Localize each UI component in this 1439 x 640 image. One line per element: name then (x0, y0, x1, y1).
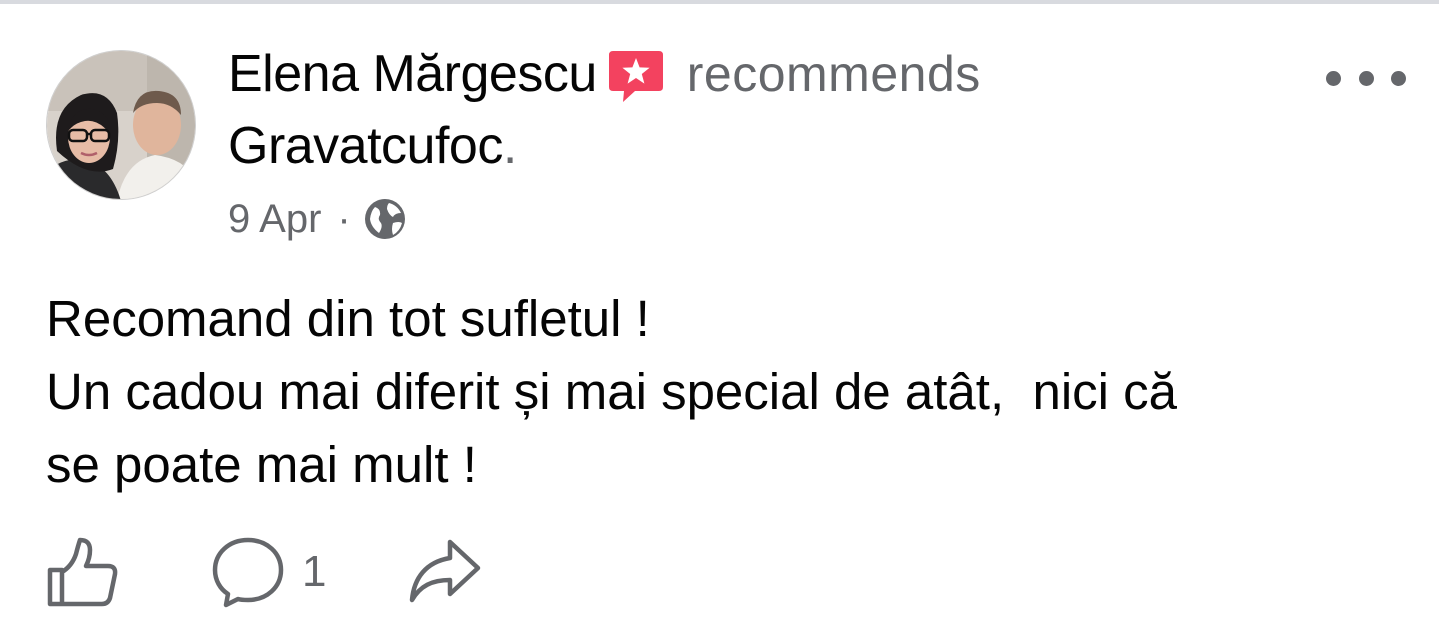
avatar-image (47, 51, 195, 199)
comment-icon (212, 537, 284, 608)
page-name[interactable]: Gravatcufoc (228, 116, 503, 176)
page-name-period: . (502, 117, 518, 175)
comment-count: 1 (302, 547, 327, 596)
post-text-line: Un cadou mai diferit și mai special de a… (46, 363, 1178, 420)
post-meta: 9 Apr · (228, 193, 407, 245)
post-header: Elena Mărgescu recommends (228, 44, 981, 104)
post-text-line: se poate mai mult ! (46, 436, 477, 493)
top-divider (0, 0, 1439, 4)
recommendation-icon (607, 47, 665, 105)
globe-icon (363, 197, 407, 241)
more-dot (1326, 70, 1341, 86)
recommended-page: Gravatcufoc . (228, 115, 517, 177)
thumbs-up-icon (47, 537, 118, 607)
comment-button[interactable]: 1 (210, 534, 326, 610)
author-name[interactable]: Elena Mărgescu (228, 44, 597, 104)
post-date[interactable]: 9 Apr (228, 197, 321, 242)
post-text-line: Recomand din tot sufletul ! (46, 290, 650, 347)
recommends-text: recommends (686, 46, 981, 102)
more-options-button[interactable] (1326, 60, 1406, 96)
share-button[interactable] (406, 534, 482, 610)
share-arrow-icon (410, 539, 481, 603)
post-text: Recomand din tot sufletul ! Un cadou mai… (46, 282, 1406, 501)
more-dot (1358, 70, 1374, 86)
post-card: Elena Mărgescu recommends Gravatcufoc . … (0, 0, 1439, 640)
meta-separator: · (337, 196, 351, 241)
post-actions: 1 (44, 534, 482, 610)
more-dot (1391, 70, 1406, 86)
like-button[interactable] (44, 534, 120, 610)
avatar[interactable] (46, 50, 196, 200)
